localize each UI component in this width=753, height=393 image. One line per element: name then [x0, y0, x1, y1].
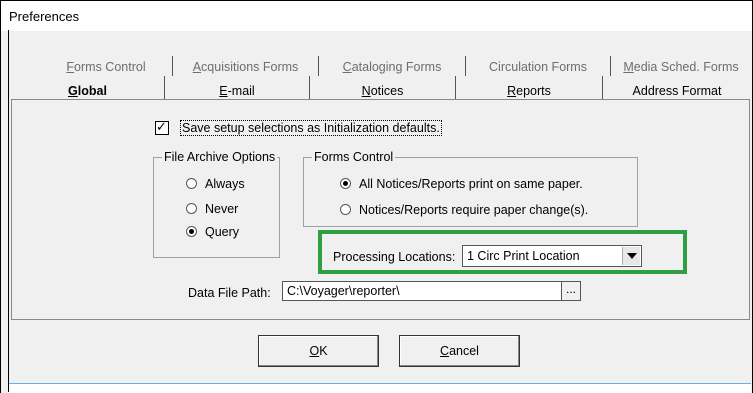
browse-button[interactable]: ... — [561, 281, 581, 301]
same-paper-label[interactable]: All Notices/Reports print on same paper. — [359, 177, 583, 191]
tab-reports[interactable]: Reports — [456, 76, 603, 100]
tab-forms-control[interactable]: Forms Control — [40, 56, 173, 76]
cancel-button[interactable]: Cancel — [399, 335, 520, 367]
archive-never-label[interactable]: Never — [205, 202, 238, 216]
processing-locations-label: Processing Locations: — [333, 250, 456, 264]
tab-row-front: Global E-mail Notices Reports Address Fo… — [11, 76, 751, 100]
archive-always-radio[interactable] — [186, 178, 197, 189]
archive-always-label[interactable]: Always — [205, 177, 245, 191]
archive-query-label[interactable]: Query — [205, 225, 239, 239]
checkmark-icon: ✓ — [156, 119, 167, 134]
paper-change-label[interactable]: Notices/Reports require paper change(s). — [359, 203, 588, 217]
tab-address-format[interactable]: Address Format — [603, 76, 751, 100]
tab-notices[interactable]: Notices — [310, 76, 456, 100]
same-paper-radio[interactable] — [340, 178, 351, 189]
save-setup-checkbox[interactable]: ✓ — [155, 119, 169, 135]
tab-email[interactable]: E-mail — [165, 76, 310, 100]
data-file-path-label: Data File Path: — [188, 286, 271, 300]
file-archive-options-title: File Archive Options — [162, 150, 278, 164]
tab-global[interactable]: Global — [11, 76, 165, 100]
save-setup-label[interactable]: Save setup selections as Initialization … — [180, 120, 442, 136]
window-left-edge — [8, 30, 9, 392]
data-file-path-value: C:\Voyager\reporter\ — [287, 284, 400, 298]
processing-locations-value: 1 Circ Print Location — [467, 249, 580, 263]
forms-control-title: Forms Control — [312, 150, 396, 164]
tab-cataloging-forms[interactable]: Cataloging Forms — [319, 56, 466, 76]
tab-circulation-forms[interactable]: Circulation Forms — [466, 56, 611, 76]
dropdown-button[interactable] — [622, 247, 640, 265]
title-bar: Preferences — [1, 1, 752, 31]
archive-query-radio[interactable] — [186, 226, 197, 237]
chevron-down-icon — [627, 253, 637, 259]
tab-acquisitions-forms[interactable]: Acquisitions Forms — [173, 56, 319, 76]
tab-row-back: Forms Control Acquisitions Forms Catalog… — [40, 52, 751, 77]
data-file-path-input[interactable]: C:\Voyager\reporter\ — [282, 281, 562, 301]
archive-never-radio[interactable] — [186, 203, 197, 214]
tab-media-sched-forms[interactable]: Media Sched. Forms — [611, 56, 751, 76]
processing-locations-select[interactable]: 1 Circ Print Location — [462, 245, 642, 267]
paper-change-radio[interactable] — [340, 204, 351, 215]
window-title: Preferences — [9, 9, 80, 24]
ok-button[interactable]: OK — [258, 335, 379, 367]
